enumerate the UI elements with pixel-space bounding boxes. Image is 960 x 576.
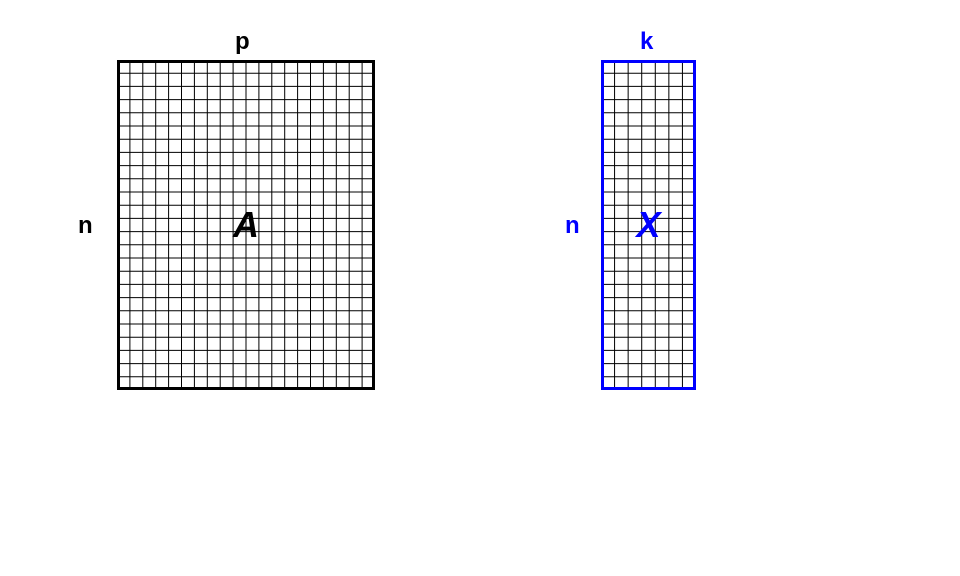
matrix-A: A (117, 60, 375, 390)
matrix-X-grid (601, 60, 696, 390)
matrix-A-col-dim-label: p (235, 28, 250, 56)
matrix-X: X (601, 60, 696, 390)
diagram-canvas: A p n X k n (0, 0, 960, 576)
matrix-A-row-dim-label: n (78, 212, 93, 240)
matrix-X-row-dim-label: n (565, 212, 580, 240)
matrix-X-col-dim-label: k (640, 28, 653, 56)
matrix-A-grid (117, 60, 375, 390)
